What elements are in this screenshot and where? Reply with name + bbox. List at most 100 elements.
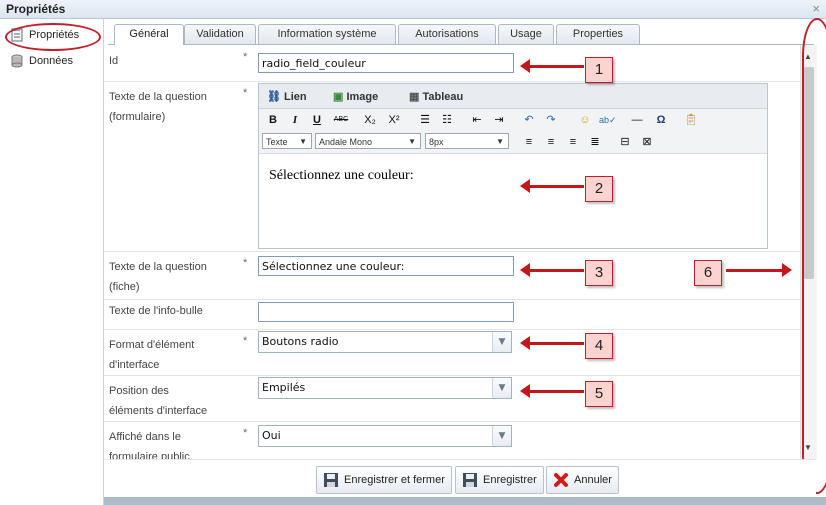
- cancel-button[interactable]: Annuler: [546, 466, 619, 494]
- italic-button[interactable]: I: [287, 112, 303, 128]
- form-row-public-form: Affiché dans le formulaire public * Oui …: [104, 421, 800, 459]
- spellcheck-icon[interactable]: ab✓: [599, 112, 617, 128]
- redo-icon[interactable]: ↷: [543, 112, 559, 128]
- align-center-icon[interactable]: ≡: [543, 134, 559, 150]
- source-code-icon[interactable]: ⊟: [617, 134, 633, 150]
- database-icon: [10, 54, 24, 68]
- required-marker: *: [243, 51, 248, 63]
- label-line: Position des: [109, 385, 169, 397]
- chevron-down-icon[interactable]: ▼: [492, 378, 511, 398]
- label-line: Texte de la question: [109, 261, 207, 273]
- save-button[interactable]: Enregistrer: [455, 466, 544, 494]
- select-value: Empilés: [262, 381, 306, 394]
- close-icon[interactable]: ×: [812, 1, 820, 16]
- paste-icon[interactable]: 📋︎: [683, 112, 699, 128]
- label-line: Texte de la question: [109, 91, 207, 103]
- undo-icon[interactable]: ↶: [521, 112, 537, 128]
- callout-badge: 2: [585, 176, 613, 202]
- editor-tab-image[interactable]: ▣ Image: [333, 88, 378, 106]
- tab-validation[interactable]: Validation: [184, 24, 256, 44]
- id-label: Id: [109, 55, 119, 67]
- align-justify-icon[interactable]: ≣: [587, 134, 603, 150]
- public-form-select[interactable]: Oui ▼: [258, 425, 512, 447]
- chevron-down-icon: ▼: [496, 137, 504, 146]
- save-close-button[interactable]: Enregistrer et fermer: [316, 466, 452, 494]
- table-icon: ▦: [409, 91, 420, 103]
- outdent-icon[interactable]: ⇤: [469, 112, 485, 128]
- tab-properties[interactable]: Properties: [556, 24, 640, 44]
- tab-authorizations[interactable]: Autorisations: [398, 24, 496, 44]
- question-sheet-field[interactable]: Sélectionnez une couleur:: [258, 256, 514, 276]
- callout-badge: 3: [585, 260, 613, 286]
- form-panel: Id * radio_field_couleur Texte de la que…: [104, 45, 800, 459]
- align-right-icon[interactable]: ≡: [565, 134, 581, 150]
- align-left-icon[interactable]: ≡: [521, 134, 537, 150]
- editor-content-area[interactable]: Sélectionnez une couleur:: [259, 154, 767, 248]
- footer-bar: Enregistrer et fermer Enregistrer Annule…: [104, 459, 816, 498]
- nav-item-data[interactable]: Données: [10, 52, 73, 70]
- link-icon: ⛓: [267, 91, 281, 103]
- chevron-down-icon[interactable]: ▼: [492, 332, 511, 352]
- element-position-select[interactable]: Empilés ▼: [258, 377, 512, 399]
- required-marker: *: [243, 335, 248, 347]
- format-select[interactable]: Texte ▼: [262, 133, 312, 149]
- form-row-element-format: Format d'élément d'interface * Boutons r…: [104, 329, 800, 376]
- editor-content[interactable]: Sélectionnez une couleur:: [269, 168, 414, 184]
- tab-system-info[interactable]: Information système: [258, 24, 396, 44]
- tooltip-field[interactable]: [258, 302, 514, 322]
- label-line: formulaire public: [109, 451, 190, 459]
- editor-toolbar-formatting: B I U ABC X₂ X² ☰ ☷ ⇤ ⇥ ↶ ↷ ☺ ab✓ — Ω 📋︎: [259, 109, 767, 132]
- format-select-value: Texte: [266, 137, 288, 147]
- element-format-label: Format d'élément d'interface: [109, 335, 244, 375]
- special-char-button[interactable]: Ω: [653, 112, 669, 128]
- chevron-down-icon[interactable]: ▼: [492, 426, 511, 446]
- floppy-disk-icon: [323, 472, 339, 488]
- bold-button[interactable]: B: [265, 112, 281, 128]
- superscript-button[interactable]: X²: [385, 112, 403, 128]
- size-select[interactable]: 8px ▼: [425, 133, 509, 149]
- strikethrough-button[interactable]: ABC: [331, 112, 351, 128]
- required-marker: *: [243, 87, 248, 99]
- callout-badge: 4: [585, 333, 613, 359]
- underline-button[interactable]: U: [309, 112, 325, 128]
- editor-tab-label: Image: [346, 91, 379, 103]
- label-line: Affiché dans le: [109, 431, 181, 443]
- label-line: Format d'élément: [109, 339, 195, 351]
- left-navigation: Propriétés Données: [0, 19, 104, 505]
- cancel-x-icon: [553, 472, 569, 488]
- editor-tab-table[interactable]: ▦ Tableau: [409, 88, 463, 106]
- element-format-select[interactable]: Boutons radio ▼: [258, 331, 512, 353]
- callout-badge: 5: [585, 381, 613, 407]
- font-select-value: Andale Mono: [319, 137, 373, 147]
- tooltip-label: Texte de l'info-bulle: [109, 305, 203, 317]
- tab-general[interactable]: Général: [114, 24, 184, 45]
- editor-tab-label: Lien: [284, 91, 307, 103]
- image-icon: ▣: [333, 91, 344, 103]
- editor-tab-link[interactable]: ⛓ Lien: [267, 88, 307, 106]
- label-line: (formulaire): [109, 111, 166, 123]
- tab-usage[interactable]: Usage: [498, 24, 554, 44]
- smiley-icon[interactable]: ☺: [577, 112, 593, 128]
- callout-badge: 6: [694, 260, 722, 286]
- numbered-list-icon[interactable]: ☷: [439, 112, 455, 128]
- id-field[interactable]: radio_field_couleur: [258, 53, 514, 73]
- question-form-label: Texte de la question (formulaire): [109, 87, 244, 127]
- subscript-button[interactable]: X₂: [361, 112, 379, 128]
- editor-tab-strip: ⛓ Lien ▣ Image ▦ Tableau: [259, 84, 767, 109]
- font-select[interactable]: Andale Mono ▼: [315, 133, 421, 149]
- tab-strip: Général Validation Information système A…: [108, 19, 814, 45]
- floppy-disk-icon: [462, 472, 478, 488]
- nav-item-label: Données: [29, 55, 74, 67]
- required-marker: *: [243, 427, 248, 439]
- indent-icon[interactable]: ⇥: [491, 112, 507, 128]
- callout-arrow: [520, 263, 584, 277]
- cancel-label: Annuler: [574, 474, 612, 486]
- bullet-list-icon[interactable]: ☰: [417, 112, 433, 128]
- horizontal-rule-icon[interactable]: —: [629, 112, 645, 128]
- size-select-value: 8px: [429, 137, 444, 147]
- window-titlebar: Propriétés ×: [0, 0, 826, 19]
- required-marker: *: [243, 257, 248, 269]
- fullscreen-icon[interactable]: ⊠: [639, 134, 655, 150]
- chevron-down-icon: ▼: [299, 137, 307, 146]
- chevron-down-icon: ▼: [408, 137, 416, 146]
